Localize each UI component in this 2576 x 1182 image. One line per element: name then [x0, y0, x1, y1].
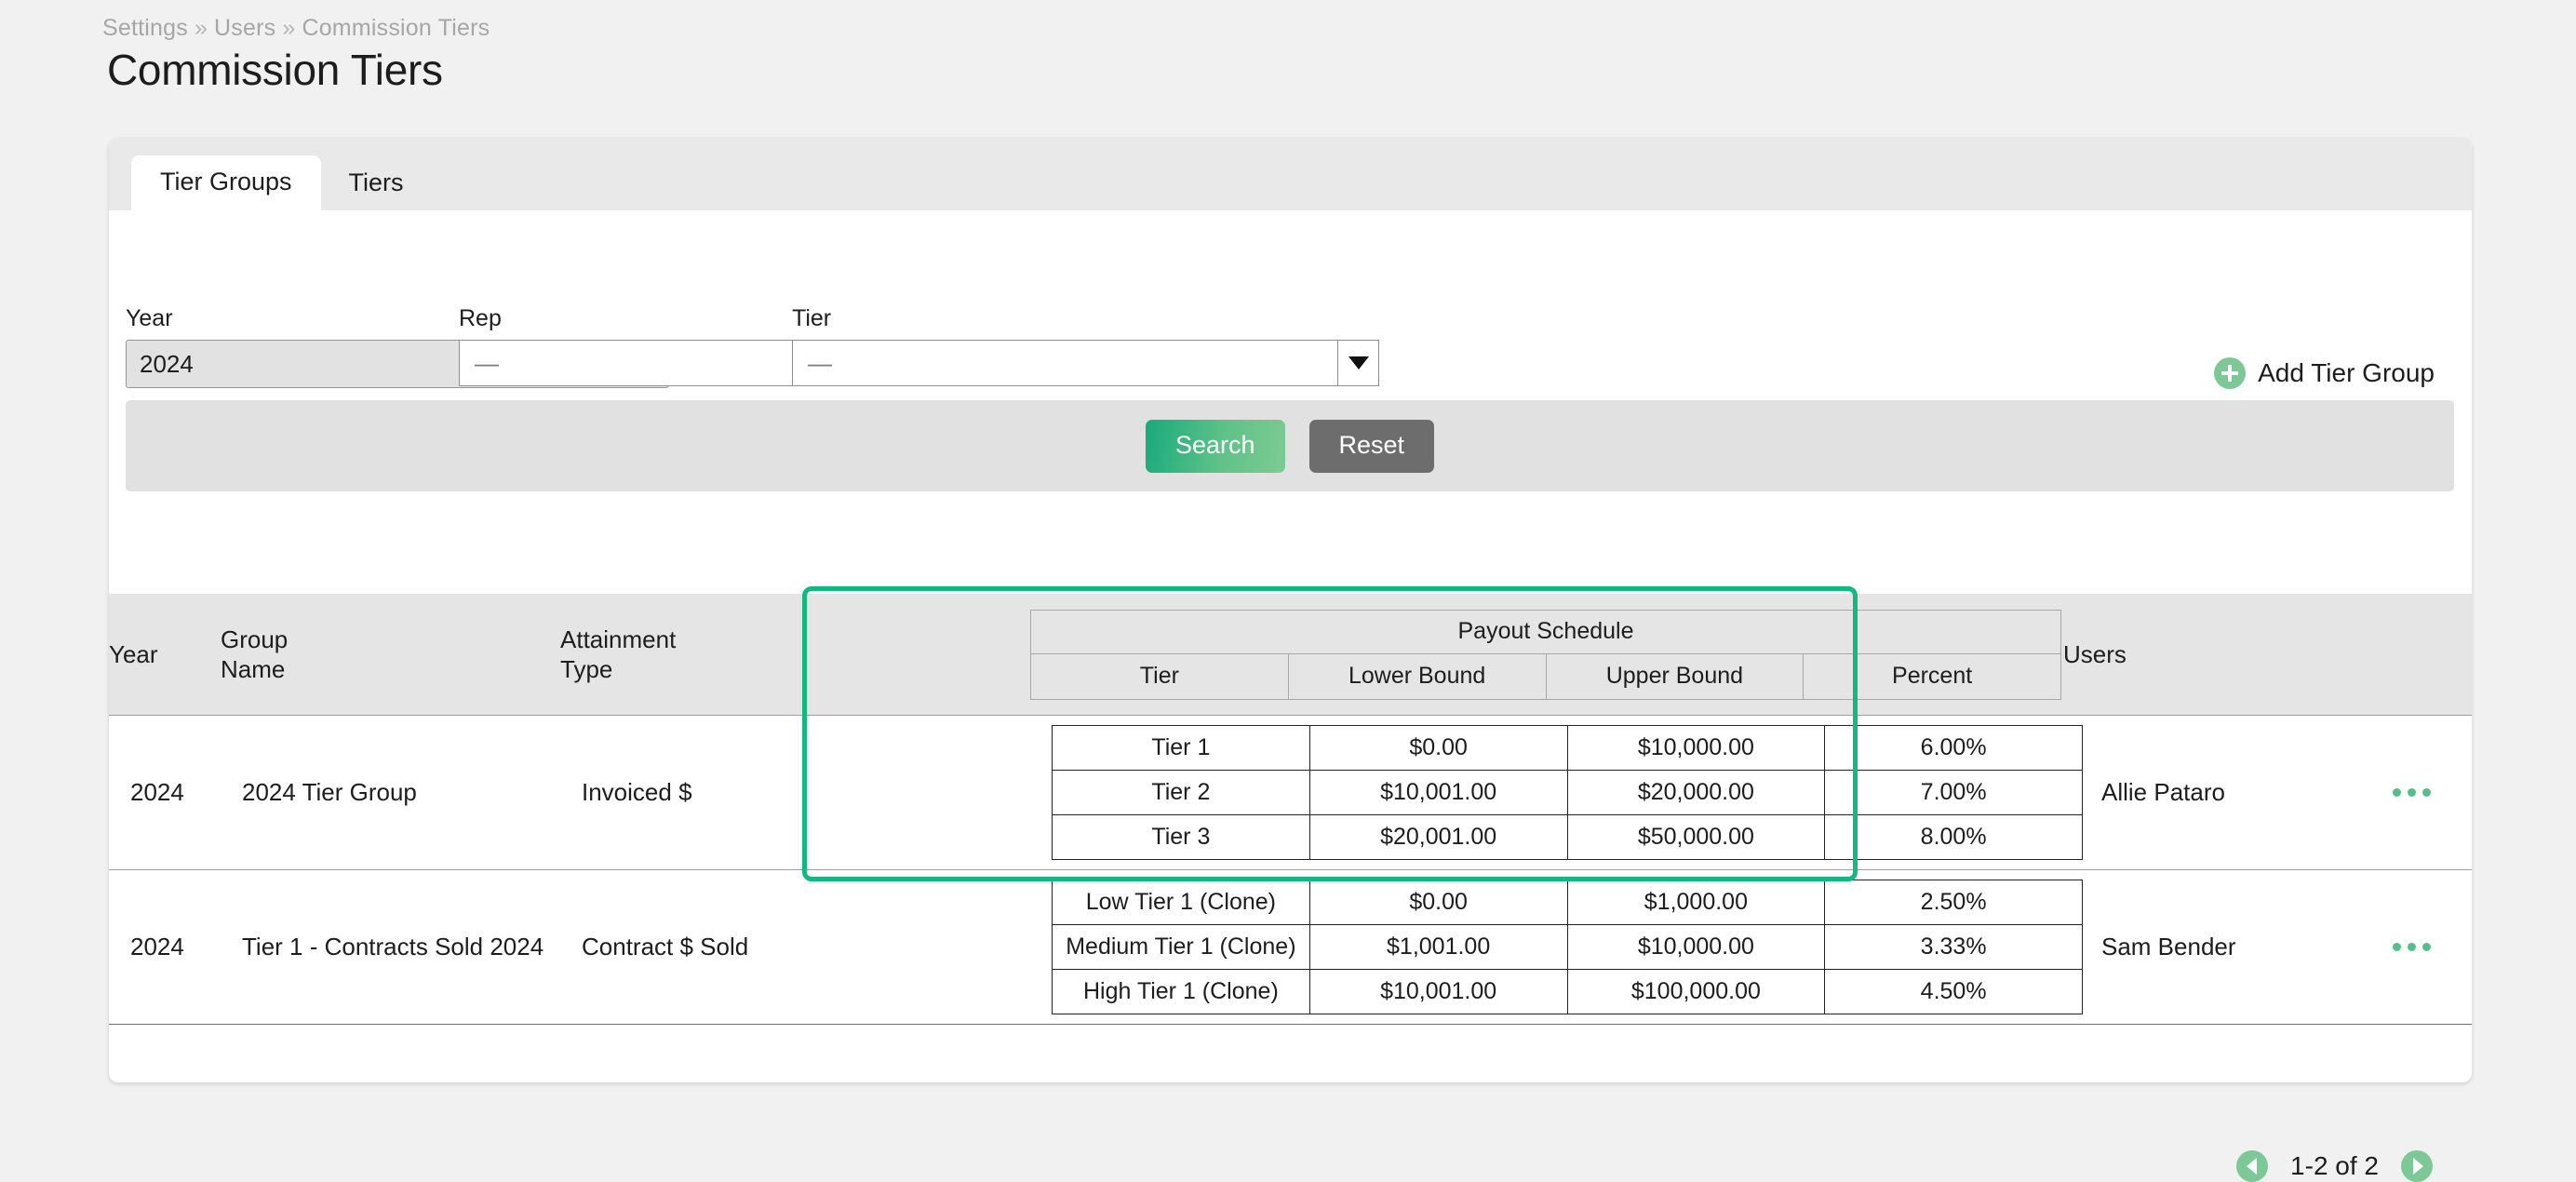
- payout-tier: Tier 2: [1053, 771, 1310, 815]
- cell-payout-schedule: Tier 1 $0.00 $10,000.00 6.00% Tier 2 $10…: [1052, 716, 2085, 869]
- next-page-button-bottom[interactable]: [2401, 1150, 2433, 1182]
- breadcrumb: Settings»Users»Commission Tiers: [102, 15, 490, 42]
- breadcrumb-item-settings[interactable]: Settings: [102, 15, 188, 41]
- payout-tier: Medium Tier 1 (Clone): [1053, 925, 1310, 970]
- payout-schedule-title: Payout Schedule: [1031, 610, 2061, 653]
- column-header-attainment-line1: Attainment: [560, 625, 676, 653]
- payout-tier: High Tier 1 (Clone): [1053, 970, 1310, 1014]
- breadcrumb-separator: »: [195, 15, 208, 41]
- payout-row: Low Tier 1 (Clone) $0.00 $1,000.00 2.50%: [1053, 880, 2083, 925]
- chevron-right-circle-icon: [2413, 1158, 2423, 1175]
- payout-tier: Tier 3: [1053, 815, 1310, 860]
- column-header-group-name-line1: Group: [221, 625, 288, 653]
- payout-upper: $100,000.00: [1567, 970, 1825, 1014]
- payout-percent: 2.50%: [1825, 880, 2083, 925]
- column-header-users: Users: [2063, 594, 2351, 715]
- payout-row: Tier 2 $10,001.00 $20,000.00 7.00%: [1053, 771, 2083, 815]
- payout-lower: $0.00: [1309, 726, 1567, 771]
- table-header-row: Year GroupName AttainmentType Payout Sch…: [109, 594, 2472, 716]
- ellipsis-icon[interactable]: [2393, 788, 2431, 797]
- cell-group-name: Tier 1 - Contracts Sold 2024: [242, 870, 582, 1024]
- breadcrumb-item-users[interactable]: Users: [214, 15, 275, 41]
- cell-year: 2024: [109, 870, 242, 1024]
- column-header-attainment-line2: Type: [560, 655, 612, 683]
- page-title: Commission Tiers: [107, 45, 443, 95]
- cell-users: Allie Pataro: [2085, 716, 2351, 869]
- reset-button[interactable]: Reset: [1309, 420, 1435, 473]
- cell-attainment-type: Invoiced $: [582, 716, 1052, 869]
- payout-upper: $1,000.00: [1567, 880, 1825, 925]
- payout-upper: $20,000.00: [1567, 771, 1825, 815]
- tab-strip: Tier Groups Tiers: [109, 138, 2472, 210]
- search-button[interactable]: Search: [1146, 420, 1285, 473]
- payout-upper: $10,000.00: [1567, 726, 1825, 771]
- payout-percent: 4.50%: [1825, 970, 2083, 1014]
- cell-group-name: 2024 Tier Group: [242, 716, 582, 869]
- cell-payout-schedule: Low Tier 1 (Clone) $0.00 $1,000.00 2.50%…: [1052, 870, 2085, 1024]
- tier-groups-table: Year GroupName AttainmentType Payout Sch…: [109, 594, 2472, 1025]
- row-actions-button[interactable]: [2351, 870, 2472, 1024]
- table-row[interactable]: 2024 2024 Tier Group Invoiced $ Tier 1 $…: [109, 716, 2472, 870]
- caret-down-icon: [1348, 356, 1369, 369]
- tab-tiers[interactable]: Tiers: [321, 157, 432, 210]
- payout-upper: $10,000.00: [1567, 925, 1825, 970]
- breadcrumb-separator: »: [282, 15, 295, 41]
- cell-year: 2024: [109, 716, 242, 869]
- year-select-value: 2024: [140, 350, 194, 379]
- payout-row: Tier 1 $0.00 $10,000.00 6.00%: [1053, 726, 2083, 771]
- pagination-bottom: 1-2 of 2: [2236, 1150, 2433, 1182]
- payout-upper: $50,000.00: [1567, 815, 1825, 860]
- payout-col-percent: Percent: [1804, 653, 2061, 699]
- page-range-bottom: 1-2 of 2: [2290, 1151, 2379, 1181]
- payout-schedule-header-table: Payout Schedule Tier Lower Bound Upper B…: [1030, 610, 2061, 700]
- payout-percent: 8.00%: [1825, 815, 2083, 860]
- payout-lower: $1,001.00: [1309, 925, 1567, 970]
- payout-lower: $20,001.00: [1309, 815, 1567, 860]
- cell-attainment-type: Contract $ Sold: [582, 870, 1052, 1024]
- payout-row: High Tier 1 (Clone) $10,001.00 $100,000.…: [1053, 970, 2083, 1014]
- column-header-group-name-line2: Name: [221, 655, 285, 683]
- payout-schedule-table: Low Tier 1 (Clone) $0.00 $1,000.00 2.50%…: [1052, 880, 2083, 1014]
- payout-row: Tier 3 $20,001.00 $50,000.00 8.00%: [1053, 815, 2083, 860]
- main-card: Tier Groups Tiers Add Tier Group Year 20…: [109, 138, 2472, 1082]
- tier-label: Tier: [792, 305, 1379, 332]
- prev-page-button-bottom[interactable]: [2236, 1150, 2268, 1182]
- column-header-actions: [2351, 594, 2472, 715]
- table-row[interactable]: 2024 Tier 1 - Contracts Sold 2024 Contra…: [109, 870, 2472, 1025]
- payout-tier: Tier 1: [1053, 726, 1310, 771]
- column-header-attainment-type: AttainmentType: [560, 594, 1030, 715]
- tier-input[interactable]: —: [792, 340, 1338, 386]
- column-header-group-name: GroupName: [221, 594, 560, 715]
- tier-combobox[interactable]: —: [792, 340, 1379, 386]
- chevron-left-circle-icon: [2247, 1158, 2257, 1175]
- payout-percent: 7.00%: [1825, 771, 2083, 815]
- filter-action-bar: Search Reset: [126, 400, 2454, 491]
- payout-col-tier: Tier: [1031, 653, 1289, 699]
- payout-percent: 6.00%: [1825, 726, 2083, 771]
- column-header-year: Year: [109, 594, 221, 715]
- payout-row: Medium Tier 1 (Clone) $1,001.00 $10,000.…: [1053, 925, 2083, 970]
- payout-col-upper-bound: Upper Bound: [1546, 653, 1804, 699]
- column-header-payout-schedule: Payout Schedule Tier Lower Bound Upper B…: [1030, 594, 2063, 715]
- tier-dropdown-button[interactable]: [1338, 340, 1379, 386]
- tab-tier-groups[interactable]: Tier Groups: [131, 155, 321, 210]
- payout-percent: 3.33%: [1825, 925, 2083, 970]
- payout-lower: $10,001.00: [1309, 771, 1567, 815]
- payout-lower: $10,001.00: [1309, 970, 1567, 1014]
- payout-lower: $0.00: [1309, 880, 1567, 925]
- tier-filter: Tier —: [792, 305, 1379, 386]
- payout-col-lower-bound: Lower Bound: [1288, 653, 1546, 699]
- row-actions-button[interactable]: [2351, 716, 2472, 869]
- ellipsis-icon[interactable]: [2393, 943, 2431, 951]
- breadcrumb-item-commission-tiers[interactable]: Commission Tiers: [302, 15, 490, 41]
- payout-tier: Low Tier 1 (Clone): [1053, 880, 1310, 925]
- payout-schedule-table: Tier 1 $0.00 $10,000.00 6.00% Tier 2 $10…: [1052, 725, 2083, 860]
- cell-users: Sam Bender: [2085, 870, 2351, 1024]
